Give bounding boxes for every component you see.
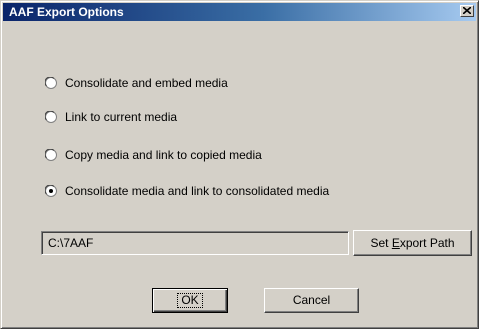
option-label: Consolidate media and link to consolidat… <box>65 184 330 198</box>
option-copy-link[interactable]: Copy media and link to copied media <box>45 147 262 163</box>
set-export-path-button[interactable]: Set Export Path <box>353 230 472 256</box>
export-path-field[interactable]: C:\7AAF <box>41 231 349 255</box>
option-consolidate-link[interactable]: Consolidate media and link to consolidat… <box>45 183 329 199</box>
option-label: Consolidate and embed media <box>65 76 228 90</box>
button-label-prefix: Set <box>370 236 392 250</box>
close-icon <box>463 7 471 14</box>
title-bar[interactable]: AAF Export Options <box>3 3 476 21</box>
cancel-button[interactable]: Cancel <box>264 288 359 313</box>
window-title: AAF Export Options <box>9 5 124 19</box>
option-label: Link to current media <box>65 110 178 124</box>
radio-button-icon[interactable] <box>45 77 57 89</box>
option-link-current[interactable]: Link to current media <box>45 109 177 125</box>
radio-button-icon[interactable] <box>45 185 57 197</box>
option-consolidate-embed[interactable]: Consolidate and embed media <box>45 75 228 91</box>
ok-button-label: OK <box>177 293 203 308</box>
button-label-mnemonic: E <box>391 236 400 250</box>
radio-button-icon[interactable] <box>45 111 57 123</box>
aaf-export-options-dialog: AAF Export Options Consolidate and embed… <box>0 0 479 329</box>
close-button[interactable] <box>460 5 474 17</box>
button-label-suffix: xport Path <box>399 236 455 250</box>
option-label: Copy media and link to copied media <box>65 148 262 162</box>
radio-button-icon[interactable] <box>45 149 57 161</box>
ok-button[interactable]: OK <box>152 288 228 313</box>
